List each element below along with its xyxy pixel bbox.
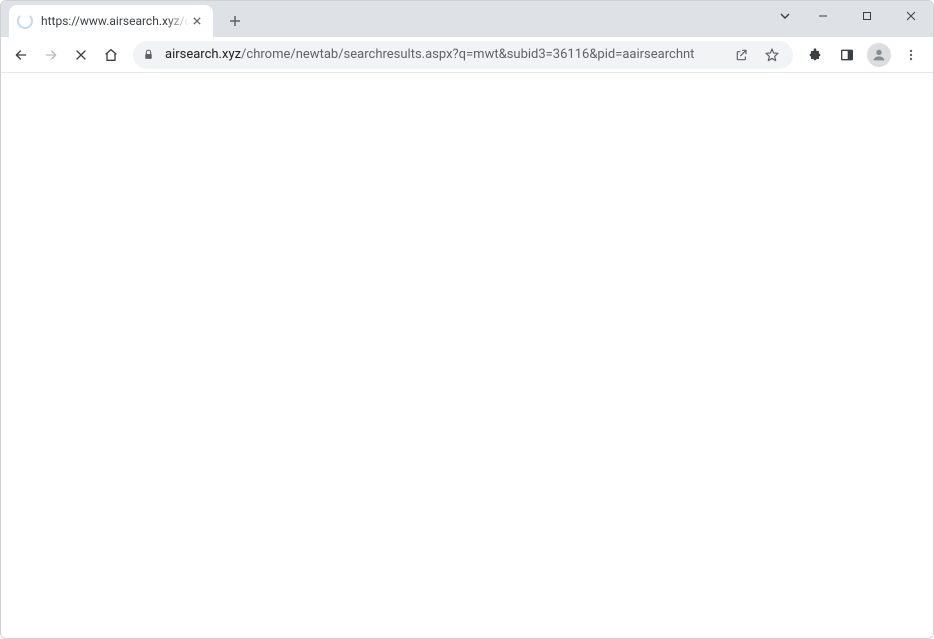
chevron-down-icon [779, 10, 791, 22]
person-icon [871, 47, 887, 63]
plus-icon [229, 15, 241, 27]
share-button[interactable] [729, 42, 755, 68]
toolbar: airsearch.xyz/chrome/newtab/searchresult… [1, 37, 933, 73]
toolbar-right-actions [801, 41, 927, 69]
site-info-button[interactable] [141, 48, 155, 62]
browser-window: https://www.airsearch.xyz/chrome/newtab/… [0, 0, 934, 639]
home-icon [103, 47, 119, 63]
close-icon [906, 11, 916, 21]
browser-tab[interactable]: https://www.airsearch.xyz/chrome/newtab/… [9, 5, 213, 37]
star-icon [764, 47, 780, 63]
bookmark-button[interactable] [759, 42, 785, 68]
lock-icon [142, 48, 155, 61]
profile-button[interactable] [865, 41, 893, 69]
avatar [867, 43, 891, 67]
tab-title: https://www.airsearch.xyz/chrome/newtab/… [41, 14, 189, 28]
url-host: airsearch.xyz [165, 47, 241, 62]
window-controls [769, 1, 933, 31]
forward-button[interactable] [37, 41, 65, 69]
menu-button[interactable] [897, 41, 925, 69]
minimize-button[interactable] [801, 1, 845, 31]
loading-spinner-icon [17, 13, 33, 29]
url-text: airsearch.xyz/chrome/newtab/searchresult… [165, 47, 721, 62]
side-panel-button[interactable] [833, 41, 861, 69]
close-icon [73, 47, 89, 63]
tab-search-button[interactable] [769, 1, 801, 31]
tab-close-button[interactable] [189, 13, 205, 29]
puzzle-icon [807, 47, 823, 63]
page-content [1, 73, 933, 638]
minimize-icon [818, 11, 828, 21]
url-path: /chrome/newtab/searchresults.aspx?q=mwt&… [241, 47, 694, 62]
address-bar[interactable]: airsearch.xyz/chrome/newtab/searchresult… [133, 41, 793, 69]
maximize-icon [862, 11, 872, 21]
back-button[interactable] [7, 41, 35, 69]
arrow-right-icon [43, 47, 59, 63]
home-button[interactable] [97, 41, 125, 69]
window-close-button[interactable] [889, 1, 933, 31]
kebab-icon [903, 47, 919, 63]
panel-icon [839, 47, 855, 63]
new-tab-button[interactable] [221, 7, 249, 35]
extensions-button[interactable] [801, 41, 829, 69]
share-icon [734, 47, 750, 63]
close-icon [193, 17, 201, 25]
stop-button[interactable] [67, 41, 95, 69]
omnibox-actions [729, 42, 785, 68]
arrow-left-icon [13, 47, 29, 63]
tab-strip: https://www.airsearch.xyz/chrome/newtab/… [1, 1, 933, 37]
maximize-button[interactable] [845, 1, 889, 31]
